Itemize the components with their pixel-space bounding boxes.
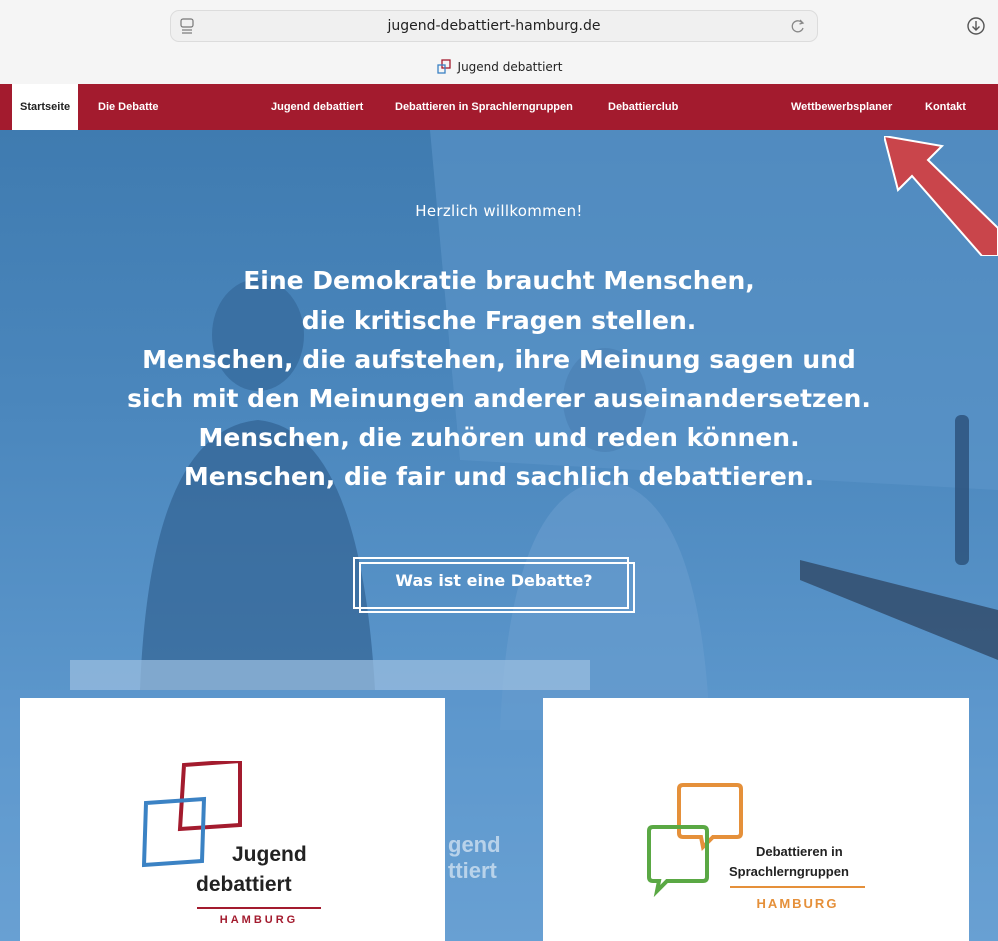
- nav-item-startseite[interactable]: Startseite: [12, 84, 79, 130]
- hero-section: gend ttiert Herzlich willkommen! Eine Dem…: [0, 130, 998, 941]
- address-bar[interactable]: jugend-debattiert-hamburg.de: [170, 10, 818, 42]
- background-sign-text: gend ttiert: [448, 832, 501, 883]
- hero-greeting: Herzlich willkommen!: [415, 202, 583, 220]
- hero-headline-line-2: die kritische Fragen stellen.: [301, 306, 697, 335]
- logo-word-jugend: Jugend: [232, 843, 307, 866]
- hero-headline-line-6: Menschen, die fair und sachlich debattie…: [183, 462, 815, 491]
- logo-divider: [197, 907, 321, 909]
- annotation-arrow-icon: [884, 136, 998, 256]
- nav-item-debattieren-in-sprachlerngruppen[interactable]: Debattieren in Sprachlerngruppen: [395, 84, 573, 130]
- button-label: Was ist eine Debatte?: [395, 571, 593, 590]
- nav-item-jugend-debattiert[interactable]: Jugend debattiert: [271, 84, 363, 130]
- nav-item-die-debatte[interactable]: Die Debatte: [98, 84, 159, 130]
- hero-headline-line-1: Eine Demokratie braucht Menschen,: [243, 266, 755, 295]
- nav-item-wettbewerbsplaner[interactable]: Wettbewerbsplaner: [791, 84, 892, 130]
- logo-line-sprachlerngruppen: Sprachlerngruppen: [729, 864, 849, 879]
- jugend-debattiert-favicon-icon: [436, 59, 451, 74]
- hero-headline-line-5: Menschen, die zuhören und reden können.: [198, 423, 800, 452]
- speech-bubbles-logo-icon: [647, 783, 743, 898]
- reload-icon[interactable]: [789, 17, 807, 35]
- hero-headline-line-3: Menschen, die aufstehen, ihre Meinung sa…: [142, 345, 856, 374]
- what-is-a-debate-button[interactable]: Was ist eine Debatte?: [353, 557, 635, 613]
- logo-divider: [730, 886, 865, 888]
- browser-chrome: jugend-debattiert-hamburg.de Jugend deba…: [0, 0, 998, 84]
- download-icon[interactable]: [966, 16, 986, 36]
- jugend-debattiert-card[interactable]: Jugend debattiert HAMBURG: [20, 698, 445, 941]
- main-navigation: Startseite Die Debatte Jugend debattiert…: [0, 84, 998, 130]
- hero-headline-line-4: sich mit den Meinungen anderer auseinand…: [127, 384, 871, 413]
- tab-title: Jugend debattiert: [457, 60, 563, 74]
- logo-city-hamburg: HAMBURG: [219, 914, 299, 926]
- active-tab[interactable]: Jugend debattiert: [436, 59, 563, 75]
- nav-item-debattierclub[interactable]: Debattierclub: [608, 84, 678, 130]
- tab-strip: Jugend debattiert: [0, 52, 998, 84]
- logo-city-hamburg: HAMBURG: [756, 896, 839, 911]
- url-text[interactable]: jugend-debattiert-hamburg.de: [171, 18, 817, 34]
- sprachlerngruppen-card[interactable]: Debattieren in Sprachlerngruppen HAMBURG: [543, 698, 969, 941]
- nav-item-kontakt[interactable]: Kontakt: [925, 84, 966, 130]
- logo-line-debattieren-in: Debattieren in: [756, 844, 843, 859]
- logo-word-debattiert: debattiert: [196, 873, 292, 896]
